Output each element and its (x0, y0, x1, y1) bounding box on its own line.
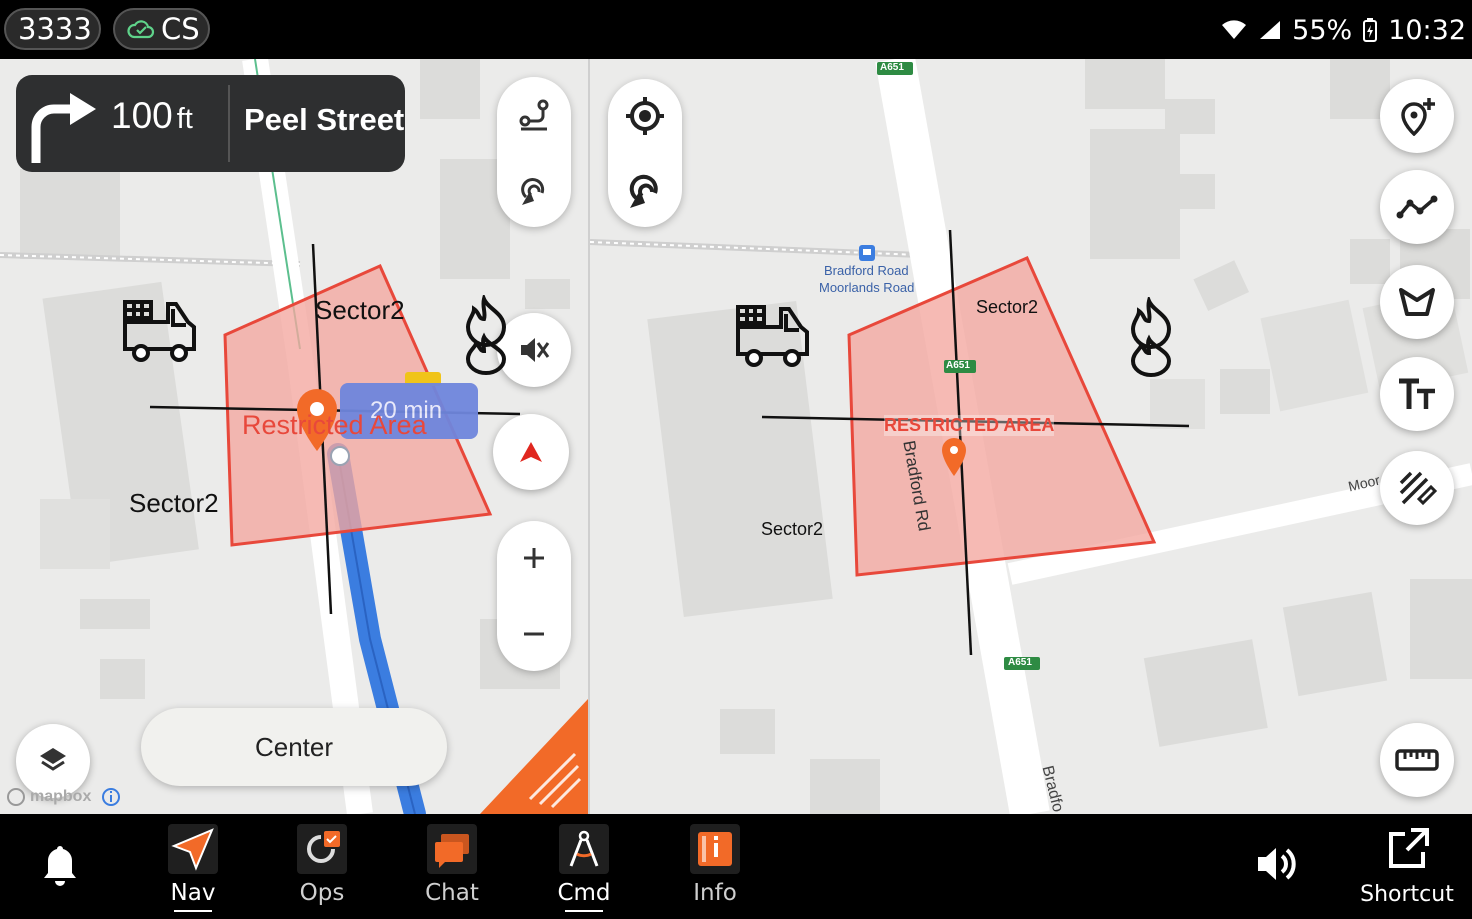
overview-map[interactable]: A651 A651 A651 Bradford Road Moorlands R… (590, 59, 1472, 814)
nav-tab-nav[interactable]: Nav (133, 814, 253, 919)
bell-icon (44, 846, 76, 886)
sync-label: CS (161, 12, 200, 46)
layers-icon (40, 748, 66, 771)
polyline-icon (1396, 195, 1438, 219)
battery-percent: 55% (1292, 14, 1353, 46)
heading-spiral-icon (629, 174, 658, 208)
plus-icon (524, 548, 544, 568)
unit-id-badge[interactable]: 3333 (4, 8, 101, 50)
center-button[interactable]: Center (141, 708, 447, 786)
sector-label-top-right: Sector2 (976, 297, 1039, 317)
mapbox-logo-icon (7, 788, 25, 806)
shortcut-label: Shortcut (1360, 882, 1454, 907)
bottom-nav-bar: Nav Ops Chat Cmd Info Shortcut (0, 814, 1472, 919)
fire-truck-icon[interactable] (122, 297, 198, 363)
destination-pin-icon-right[interactable] (940, 437, 968, 477)
track-heading-button[interactable] (497, 153, 571, 227)
turn-right-arrow-icon (31, 93, 96, 163)
text-size-icon (1399, 378, 1435, 409)
road-shield-bottom: A651 (1008, 657, 1032, 668)
freehand-draw-button[interactable] (1380, 451, 1454, 525)
mapbox-logo-text: mapbox (30, 788, 92, 805)
chat-icon (427, 824, 477, 874)
shortcut-button[interactable]: Shortcut (1352, 814, 1462, 919)
nav-tab-cmd-underline (565, 910, 603, 912)
navigation-arrow-icon (168, 824, 218, 874)
info-circle-icon (102, 788, 121, 806)
map-base-layer-right (590, 59, 1472, 814)
turn-distance-unit: ft (176, 103, 193, 135)
zoom-in-button[interactable] (497, 521, 571, 595)
route-options-button[interactable] (497, 77, 571, 151)
route-icon (519, 99, 549, 131)
my-location-button[interactable] (608, 79, 682, 153)
nav-tab-chat[interactable]: Chat (392, 814, 512, 919)
overview-tools-panel (608, 79, 682, 227)
external-shortcut-icon (1389, 828, 1429, 868)
ops-icon (297, 824, 347, 874)
cloud-check-icon (127, 20, 155, 39)
sector-label-top: Sector2 (315, 295, 405, 325)
follow-heading-button[interactable] (608, 153, 682, 227)
turn-street-name: Peel Street (244, 102, 405, 137)
sector-label-left-right: Sector2 (761, 519, 824, 539)
road-shield-mid: A651 (946, 360, 970, 371)
add-text-button[interactable] (1380, 357, 1454, 431)
polygon-icon (1399, 288, 1435, 316)
add-marker-button[interactable] (1380, 79, 1454, 153)
cell-signal-icon (1260, 21, 1281, 39)
measure-button[interactable] (1380, 723, 1454, 797)
map-attribution[interactable]: mapbox (6, 786, 121, 808)
system-status: 55% 10:32 (1220, 12, 1466, 48)
draw-polygon-button[interactable] (1380, 265, 1454, 339)
nav-tab-nav-underline (174, 910, 212, 912)
minus-icon (524, 632, 544, 636)
restricted-area-label-right: RESTRICTED AREA (884, 415, 1055, 436)
sync-status-badge[interactable]: CS (113, 8, 210, 50)
bus-stop-label-2: Moorlands Road (819, 280, 915, 295)
app-screen: 3333 CS 55% 10:32 100 ft Peel Street Cen… (0, 0, 1472, 919)
fire-truck-icon-right[interactable] (735, 302, 811, 368)
draw-line-button[interactable] (1380, 170, 1454, 244)
crosshair-location-icon (626, 97, 664, 135)
nav-tab-cmd[interactable]: Cmd (524, 814, 644, 919)
zoom-out-button[interactable] (497, 597, 571, 671)
sector-label-left: Sector2 (129, 488, 219, 518)
nav-tab-ops[interactable]: Ops (262, 814, 382, 919)
turn-distance-value: 100 (111, 95, 173, 136)
road-shield-top: A651 (880, 62, 904, 73)
turn-card-divider (228, 85, 230, 162)
zoom-controls (497, 521, 571, 671)
navigation-map[interactable]: 100 ft Peel Street Center 20 min Sector2… (0, 59, 588, 814)
clock: 10:32 (1388, 14, 1466, 46)
nav-tab-ops-label: Ops (299, 880, 345, 906)
volume-button[interactable] (1254, 842, 1304, 892)
nav-tab-info-label: Info (693, 880, 737, 906)
nav-tab-nav-label: Nav (170, 880, 216, 906)
fire-incident-icon-right[interactable] (1127, 297, 1175, 377)
info-book-icon (690, 824, 740, 874)
status-bar: 3333 CS 55% 10:32 (0, 0, 1472, 59)
heading-spiral-icon (521, 178, 545, 205)
compass-button[interactable] (493, 414, 569, 490)
battery-charging-icon (1363, 18, 1378, 42)
speaker-volume-icon (1258, 848, 1296, 880)
add-pin-icon (1401, 98, 1435, 136)
wifi-icon (1222, 20, 1247, 39)
north-arrow-icon (520, 442, 542, 462)
turn-instruction-card[interactable]: 100 ft Peel Street (16, 75, 405, 172)
nav-tab-cmd-label: Cmd (557, 880, 611, 906)
bus-stop-label-1: Bradford Road (824, 263, 909, 278)
pencil-scribble-icon (1399, 471, 1437, 506)
speaker-muted-icon (521, 338, 550, 362)
ruler-icon (1395, 749, 1439, 771)
nav-tab-info[interactable]: Info (655, 814, 775, 919)
notifications-button[interactable] (40, 842, 90, 892)
nav-tab-chat-label: Chat (425, 880, 479, 906)
command-compass-icon (559, 824, 609, 874)
turn-distance: 100 ft (111, 95, 193, 137)
route-tools-panel (497, 77, 571, 227)
restricted-area-label: Restricted Area (242, 410, 427, 440)
fire-incident-icon[interactable] (462, 295, 510, 375)
